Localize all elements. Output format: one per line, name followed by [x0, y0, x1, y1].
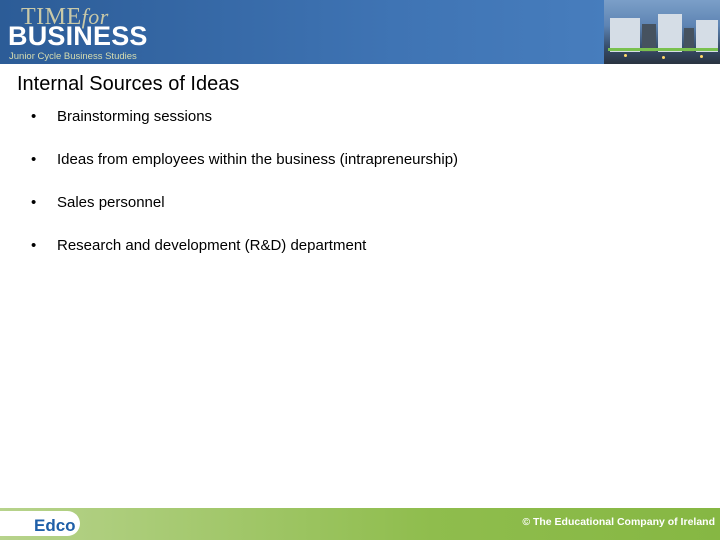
- bullet-text: Research and development (R&D) departmen…: [57, 237, 367, 254]
- copyright-text: © The Educational Company of Ireland: [522, 516, 715, 528]
- slide-title: Internal Sources of Ideas: [17, 73, 240, 95]
- photo-lamp: [662, 56, 665, 59]
- photo-lamp: [624, 54, 627, 57]
- bullet-text: Sales personnel: [57, 194, 165, 211]
- photo-building: [610, 18, 640, 52]
- bullet-text: Ideas from employees within the business…: [57, 151, 459, 168]
- logo-business-text: BUSINESS: [8, 21, 148, 51]
- bullet-dot: •: [31, 108, 37, 125]
- bullet-dot: •: [31, 194, 37, 211]
- photo-green-lights: [608, 48, 718, 51]
- logo-subtitle: Junior Cycle Business Studies: [9, 51, 137, 62]
- bullet-text: Brainstorming sessions: [57, 108, 213, 125]
- bullet-dot: •: [31, 237, 37, 254]
- footer-bar: Edco © The Educational Company of Irelan…: [0, 508, 720, 540]
- photo-building: [658, 14, 682, 52]
- header-photo-cityscape: [604, 0, 720, 64]
- photo-lamp: [700, 55, 703, 58]
- edco-logo-pill: Edco: [0, 511, 80, 536]
- edco-logo-text: Edco: [34, 516, 76, 535]
- header-banner: TIMEfor BUSINESS Junior Cycle Business S…: [0, 0, 720, 64]
- bullet-dot: •: [31, 151, 37, 168]
